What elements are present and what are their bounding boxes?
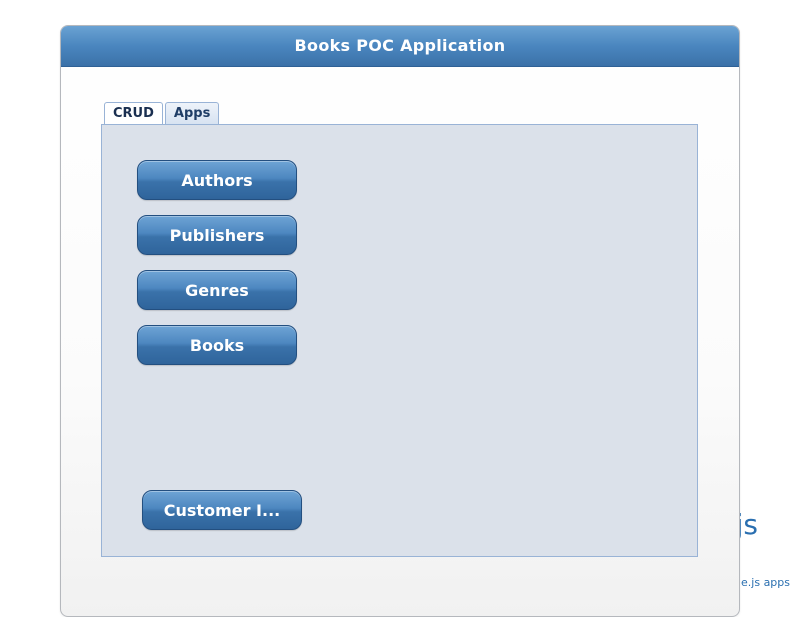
authors-button[interactable]: Authors (137, 160, 297, 200)
tab-crud[interactable]: CRUD (104, 102, 163, 126)
books-button[interactable]: Books (137, 325, 297, 365)
app-window: Books POC Application CRUD Apps Authors … (60, 25, 740, 617)
genres-button[interactable]: Genres (137, 270, 297, 310)
customer-button[interactable]: Customer I... (142, 490, 302, 530)
window-title: Books POC Application (61, 26, 739, 67)
publishers-button[interactable]: Publishers (137, 215, 297, 255)
tab-bar: CRUD Apps (104, 102, 220, 126)
background-tagline-text: e.js apps (741, 576, 790, 589)
crud-panel: Authors Publishers Genres Books Customer… (101, 124, 698, 557)
tab-apps[interactable]: Apps (164, 102, 220, 125)
